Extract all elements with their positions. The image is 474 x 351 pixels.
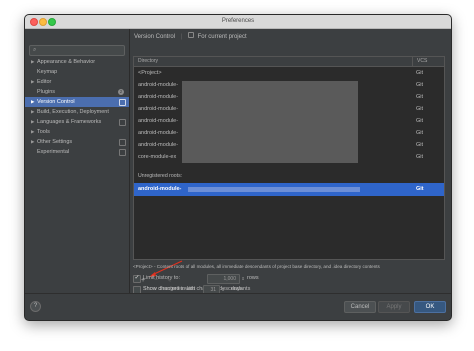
project-roots-note: <Project> - Content roots of all modules… — [133, 264, 380, 269]
column-header-vcs[interactable]: VCS — [412, 57, 427, 66]
title-bar: Preferences — [25, 15, 451, 29]
header-separator: | — [180, 34, 183, 40]
sidebar-item-languages-frameworks[interactable]: ▶ Languages & Frameworks — [25, 117, 129, 127]
sidebar-item-label: Version Control — [37, 99, 75, 105]
row-vcs: Git — [416, 106, 424, 112]
sidebar-item-label: Other Settings — [37, 139, 73, 145]
limit-history-field[interactable]: 1,000 ⇕ — [207, 274, 245, 284]
limit-history-checkbox[interactable] — [133, 274, 141, 283]
row-vcs: Git — [416, 154, 424, 160]
sidebar-item-appearance-behavior[interactable]: ▶ Appearance & Behavior — [25, 57, 129, 67]
row-directory: android-module- — [138, 186, 182, 192]
row-directory: android-module- — [138, 106, 179, 112]
expand-arrow-icon[interactable]: ▶ — [31, 77, 34, 87]
rows-label: rows — [247, 275, 259, 281]
row-vcs: Git — [416, 70, 424, 76]
project-scope-icon — [119, 139, 126, 146]
vcs-mappings-table[interactable]: Directory VCS <Project> Git android-modu… — [133, 56, 445, 284]
row-vcs: Git — [416, 82, 424, 88]
apply-button[interactable]: Apply — [378, 301, 410, 313]
row-directory: core-module-ex — [138, 154, 177, 160]
sidebar-item-label: Languages & Frameworks — [37, 119, 102, 125]
expand-arrow-icon[interactable]: ▶ — [31, 107, 34, 117]
search-icon: ⌕ — [33, 47, 37, 53]
row-directory: android-module- — [138, 142, 179, 148]
row-vcs: Git — [416, 142, 424, 148]
row-vcs: Git — [416, 94, 424, 100]
sidebar-item-label: Appearance & Behavior — [37, 59, 96, 65]
sidebar-item-build-execution-deployment[interactable]: ▶ Build, Execution, Deployment — [25, 107, 129, 117]
expand-arrow-icon[interactable]: ▶ — [31, 137, 34, 147]
sidebar-item-experimental[interactable]: Experimental — [25, 147, 129, 157]
project-scope-icon — [119, 119, 126, 126]
project-scope-icon — [119, 149, 126, 156]
row-directory: android-module- — [138, 94, 179, 100]
sidebar-item-label: Editor — [37, 79, 52, 85]
panel-header: Version Control | For current project — [134, 32, 247, 42]
row-directory: android-module- — [138, 82, 179, 88]
limit-history-label: Limit history to: — [143, 275, 180, 281]
sidebar-item-keymap[interactable]: Keymap — [25, 67, 129, 77]
version-control-panel: Version Control | For current project Di… — [130, 29, 451, 294]
cancel-button[interactable]: Cancel — [344, 301, 376, 313]
expand-arrow-icon[interactable]: ▶ — [31, 97, 34, 107]
settings-search-input[interactable]: ⌕ — [29, 45, 125, 56]
limit-history-value: 1,000 — [223, 276, 236, 282]
redacted-path-bar — [188, 187, 360, 192]
row-vcs: Git — [416, 130, 424, 136]
unregistered-roots-label: Unregistered roots: — [138, 173, 183, 179]
sidebar-item-label: Build, Execution, Deployment — [37, 109, 109, 115]
scope-label: For current project — [197, 34, 247, 40]
page-title: Version Control — [134, 34, 176, 40]
stepper-icon[interactable]: ⇕ — [240, 275, 246, 283]
row-vcs: Git — [416, 186, 424, 192]
help-button[interactable]: ? — [30, 301, 41, 312]
sidebar-item-tools[interactable]: ▶ Tools — [25, 127, 129, 137]
table-row[interactable]: <Project> Git — [134, 67, 444, 79]
sidebar-item-label: Experimental — [37, 149, 70, 155]
sidebar-item-version-control[interactable]: ▶ Version Control — [25, 97, 129, 107]
sidebar-item-plugins[interactable]: Plugins 2 — [25, 87, 129, 97]
expand-arrow-icon[interactable]: ▶ — [31, 57, 34, 67]
unregistered-root-row[interactable]: android-module- Git — [134, 183, 444, 196]
redacted-paths-block — [182, 81, 358, 163]
project-scope-icon — [187, 32, 194, 38]
sidebar-item-label: Keymap — [37, 69, 58, 75]
dialog-footer: ? Cancel Apply OK — [25, 293, 451, 320]
sidebar-item-editor[interactable]: ▶ Editor — [25, 77, 129, 87]
table-header: Directory VCS — [134, 57, 444, 67]
preferences-window: Preferences ⌕ ▶ Appearance & Behavior Ke… — [24, 14, 452, 321]
expand-arrow-icon[interactable]: ▶ — [31, 127, 34, 137]
sidebar-item-other-settings[interactable]: ▶ Other Settings — [25, 137, 129, 147]
row-directory: <Project> — [138, 70, 162, 76]
sidebar-item-label: Tools — [37, 129, 50, 135]
expand-arrow-icon[interactable]: ▶ — [31, 117, 34, 127]
ok-button[interactable]: OK — [414, 301, 446, 313]
window-title: Preferences — [221, 18, 255, 24]
row-directory: android-module- — [138, 130, 179, 136]
sidebar-item-label: Plugins — [37, 89, 56, 95]
row-directory: android-module- — [138, 118, 179, 124]
project-scope-icon — [119, 99, 126, 106]
row-vcs: Git — [416, 118, 424, 124]
column-header-directory[interactable]: Directory — [138, 57, 158, 66]
plugins-update-badge: 2 — [118, 89, 124, 95]
settings-sidebar: ⌕ ▶ Appearance & Behavior Keymap ▶ Edito… — [25, 29, 130, 293]
